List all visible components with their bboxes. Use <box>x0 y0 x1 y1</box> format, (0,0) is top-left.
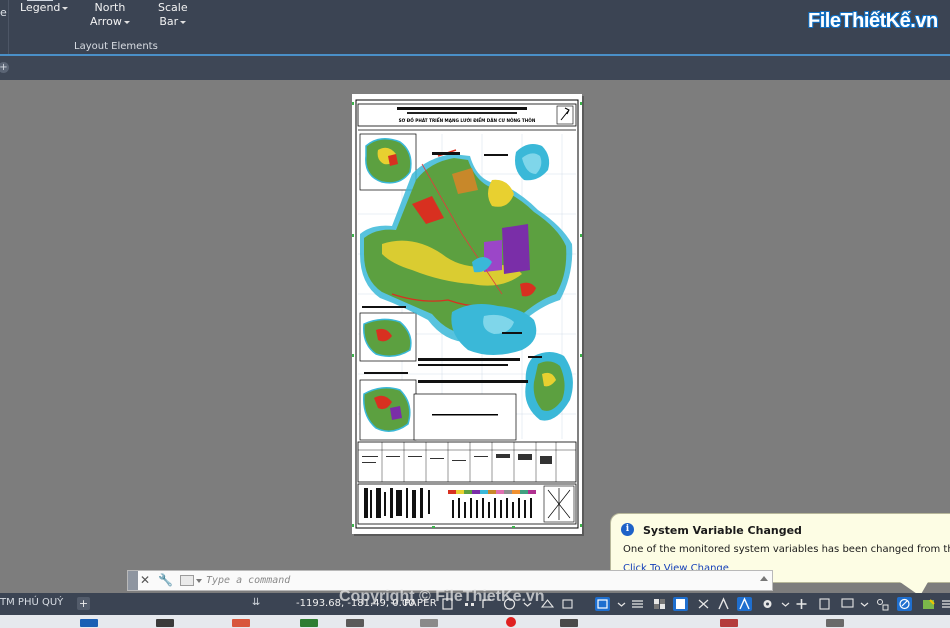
prompt-history-icon[interactable] <box>180 575 194 586</box>
wrench-icon[interactable]: 🔧 <box>158 573 173 587</box>
shapes-icon[interactable] <box>875 597 890 611</box>
legend-button-label: Legend <box>20 1 61 14</box>
taskbar-app-icon[interactable] <box>300 619 318 627</box>
status-menu-icon[interactable]: ⇊ <box>252 597 260 608</box>
annotation-visibility-icon[interactable] <box>737 597 752 611</box>
taskbar-app-icon[interactable] <box>80 619 98 627</box>
notification-tray-icon[interactable] <box>921 597 936 611</box>
legend-button[interactable]: Legend <box>20 1 69 15</box>
layout-tab[interactable]: TM PHÚ QUÝ <box>0 597 63 608</box>
transparency-icon[interactable] <box>652 597 667 611</box>
close-icon[interactable]: ✕ <box>140 573 150 587</box>
add-layout-plus-icon[interactable]: + <box>77 597 90 610</box>
menu-icon[interactable] <box>940 597 950 611</box>
site-logo: FileThiếtKế.vn <box>808 10 938 33</box>
chevron-down-icon <box>62 6 69 10</box>
color-swatches <box>448 490 536 494</box>
north-arrow-button[interactable]: North Arrow <box>90 1 130 29</box>
drag-handle-icon[interactable] <box>128 571 138 590</box>
calculator-icon[interactable] <box>817 597 832 611</box>
annotation-monitor-icon[interactable] <box>696 597 711 611</box>
paper-sheet[interactable]: SƠ ĐỒ PHÁT TRIỂN MẠNG LƯỚI ĐIỂM DÂN CƯ N… <box>352 94 582 534</box>
title-bar-top <box>397 107 527 110</box>
taskbar-app-icon[interactable] <box>156 619 174 627</box>
north-arrow-icon <box>556 105 574 125</box>
chevron-down-icon <box>180 20 187 24</box>
legend-frame <box>413 393 517 441</box>
notification-title: System Variable Changed <box>643 524 802 537</box>
chevron-down-icon[interactable] <box>778 597 793 611</box>
clean-screen-icon[interactable] <box>897 597 912 611</box>
taskbar-app-icon[interactable] <box>720 619 738 627</box>
taskbar-app-icon[interactable] <box>346 619 364 627</box>
selection-cycling-icon[interactable] <box>595 597 610 611</box>
chevron-down-icon <box>123 20 130 24</box>
north-arrow-label-line2: Arrow <box>90 15 122 28</box>
lineweight-icon[interactable] <box>630 597 645 611</box>
ribbon-separator <box>8 0 9 54</box>
north-arrow-label-line1: North <box>94 1 126 14</box>
gear-icon[interactable] <box>760 597 775 611</box>
chevron-down-icon[interactable] <box>196 579 202 583</box>
monitor-icon[interactable] <box>840 597 855 611</box>
scale-bar-label-line1: Scale <box>158 1 188 14</box>
drawing-canvas: SƠ ĐỒ PHÁT TRIỂN MẠNG LƯỚI ĐIỂM DÂN CƯ N… <box>352 99 582 529</box>
file-tab-strip <box>0 56 950 80</box>
notification-message: One of the monitored system variables ha… <box>623 544 950 555</box>
copyright-watermark: Copyright © FileThietKe.vn <box>339 588 545 605</box>
taskbar-tray-icon[interactable] <box>826 619 844 627</box>
taskbar-app-icon[interactable] <box>560 619 578 627</box>
taskbar-app-icon[interactable] <box>232 619 250 627</box>
annotation-scale-icon[interactable] <box>716 597 731 611</box>
plus-icon[interactable] <box>794 597 809 611</box>
os-taskbar <box>0 615 950 628</box>
taskbar-app-icon[interactable] <box>420 619 438 627</box>
chevron-down-icon[interactable] <box>857 597 872 611</box>
command-input[interactable] <box>206 572 746 589</box>
chevron-up-icon[interactable] <box>760 576 768 581</box>
scale-bar-label-line2: Bar <box>159 15 179 28</box>
chevron-down-icon[interactable] <box>614 597 629 611</box>
new-tab-plus-icon[interactable]: + <box>0 62 9 73</box>
taskbar-badge-icon[interactable] <box>506 617 516 627</box>
ribbon-panel-label: Layout Elements <box>74 41 158 52</box>
object-snap-icon[interactable] <box>560 597 575 611</box>
quick-properties-icon[interactable] <box>673 597 688 611</box>
drawing-title: SƠ ĐỒ PHÁT TRIỂN MẠNG LƯỚI ĐIỂM DÂN CƯ N… <box>399 118 536 123</box>
title-bar-mid <box>407 112 517 114</box>
info-icon: i <box>621 523 634 536</box>
ribbon: e Legend North Arrow Scale Bar Layout El… <box>0 0 950 54</box>
ribbon-edge-text: e <box>0 6 7 19</box>
logo-text: FileThiếtKế.vn <box>808 10 938 32</box>
scale-bar-button[interactable]: Scale Bar <box>158 1 188 29</box>
